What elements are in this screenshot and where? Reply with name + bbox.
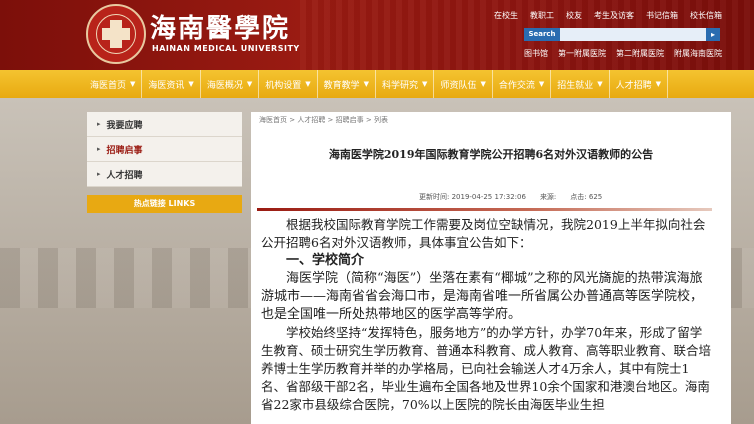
arrow-right-icon: ▸ [97,145,101,153]
site-header: 海南醫學院 HAINAN MEDICAL UNIVERSITY 在校生 教职工 … [0,0,754,70]
nav-items: 海医首页 ▼ 海医资讯 ▼ 海医概况 ▼ 机构设置 ▼ 教育教学 ▼ 科学研究 ▼ 师资队伍… [84,70,669,98]
nav-label: 招生就业 [557,80,594,91]
sidebar-item-label: 人才招聘 [106,170,143,181]
nav-item-education[interactable]: 教育教学 ▼ [318,70,377,98]
link-library[interactable]: 图书馆 [524,48,548,59]
link-hainan-hospital[interactable]: 附属海南医院 [674,48,722,59]
university-logo-icon[interactable] [86,4,146,64]
nav-item-faculty[interactable]: 师资队伍 ▼ [434,70,493,98]
nav-item-admissions[interactable]: 招生就业 ▼ [551,70,610,98]
caret-down-icon: ▼ [538,80,545,88]
link-first-hospital[interactable]: 第一附属医院 [558,48,606,59]
link-second-hospital[interactable]: 第二附属医院 [616,48,664,59]
top-links: 在校生 教职工 校友 考生及访客 书记信箱 校长信箱 [494,10,722,21]
brand-name-en: HAINAN MEDICAL UNIVERSITY [152,44,300,53]
update-time: 更新时间: 2019-04-25 17:32:06 [419,193,526,201]
hit-count: 点击: 625 [570,193,603,201]
search-box: Search ▸ [524,28,720,41]
section-heading: 一、学校简介 [286,253,365,268]
search-label: Search [524,28,560,41]
article-meta: 更新时间: 2019-04-25 17:32:06 来源: 点击: 625 [419,192,602,202]
source: 来源: [539,193,557,201]
nav-label: 教育教学 [323,80,360,91]
sidebar-item-talent-recruitment[interactable]: ▸ 人才招聘 [87,162,242,187]
sidebar-item-apply[interactable]: ▸ 我要应聘 [87,112,242,137]
arrow-right-icon: ▸ [97,170,101,178]
top-link-staff[interactable]: 教职工 [530,10,554,21]
nav-label: 海医资讯 [148,80,185,91]
nav-item-home[interactable]: 海医首页 ▼ [84,70,143,98]
title-divider [257,208,712,211]
nav-label: 人才招聘 [615,80,652,91]
intro-paragraph: 根据我校国际教育学院工作需要及岗位空缺情况，我院2019上半年拟向社会公开招聘6… [261,217,706,250]
sidebar: ▸ 我要应聘 ▸ 招聘启事 ▸ 人才招聘 热点链接 LINKS [87,112,242,424]
sidebar-item-label: 招聘启事 [106,145,143,156]
nav-label: 合作交流 [498,80,535,91]
nav-label: 师资队伍 [440,80,477,91]
school-history-paragraph: 学校始终坚持“发挥特色，服务地方”的办学方针，办学70年来，形成了留学生教育、硕… [261,325,712,412]
caret-down-icon: ▼ [130,80,136,88]
nav-item-cooperation[interactable]: 合作交流 ▼ [493,70,552,98]
top-link-secretary-mailbox[interactable]: 书记信箱 [646,10,678,21]
nav-item-research[interactable]: 科学研究 ▼ [376,70,435,98]
nav-label: 海医首页 [90,80,127,91]
affiliated-links: 图书馆 第一附属医院 第二附属医院 附属海南医院 [524,48,722,59]
article-title: 海南医学院2019年国际教育学院公开招聘6名对外汉语教师的公告 [328,148,654,161]
article-body: 根据我校国际教育学院工作需要及岗位空缺情况，我院2019上半年拟向社会公开招聘6… [261,216,713,414]
caret-down-icon: ▼ [655,80,662,88]
top-link-students[interactable]: 在校生 [494,10,518,21]
hot-links-header: 热点链接 LINKS [87,195,242,213]
arrow-right-icon: ▸ [97,120,101,128]
caret-down-icon: ▼ [597,80,603,88]
top-link-visitors[interactable]: 考生及访客 [594,10,634,21]
caret-down-icon: ▼ [246,80,253,88]
brand-name-cn[interactable]: 海南醫學院 [150,8,290,45]
search-icon[interactable]: ▸ [706,28,720,41]
logo-cross-horizontal [102,28,130,40]
top-link-alumni[interactable]: 校友 [566,10,582,21]
sidebar-item-job-notices[interactable]: ▸ 招聘启事 [87,137,242,162]
main-nav: 海医首页 ▼ 海医资讯 ▼ 海医概况 ▼ 机构设置 ▼ 教育教学 ▼ 科学研究 ▼ 师资队伍… [0,70,754,98]
caret-down-icon: ▼ [188,80,194,88]
nav-item-recruitment[interactable]: 人才招聘 ▼ [610,70,669,98]
nav-item-departments[interactable]: 机构设置 ▼ [259,70,318,98]
nav-label: 科学研究 [382,80,419,91]
caret-down-icon: ▼ [363,80,370,88]
top-link-president-mailbox[interactable]: 校长信箱 [690,10,722,21]
nav-item-news[interactable]: 海医资讯 ▼ [142,70,201,98]
article-panel: 海医首页 > 人才招聘 > 招聘启事 > 列表 海南医学院2019年国际教育学院… [251,112,731,424]
search-input[interactable] [560,28,706,41]
caret-down-icon: ▼ [480,80,486,88]
nav-label: 机构设置 [265,80,302,91]
nav-label: 海医概况 [206,80,243,91]
sidebar-item-label: 我要应聘 [106,120,143,131]
nav-item-overview[interactable]: 海医概况 ▼ [201,70,260,98]
caret-down-icon: ▼ [305,80,311,88]
school-intro-paragraph: 海医学院（简称“海医”）坐落在素有“椰城”之称的风光旖旎的热带滨海旅游城市——海… [261,271,704,322]
breadcrumb[interactable]: 海医首页 > 人才招聘 > 招聘启事 > 列表 [259,115,388,125]
caret-down-icon: ▼ [422,80,428,88]
